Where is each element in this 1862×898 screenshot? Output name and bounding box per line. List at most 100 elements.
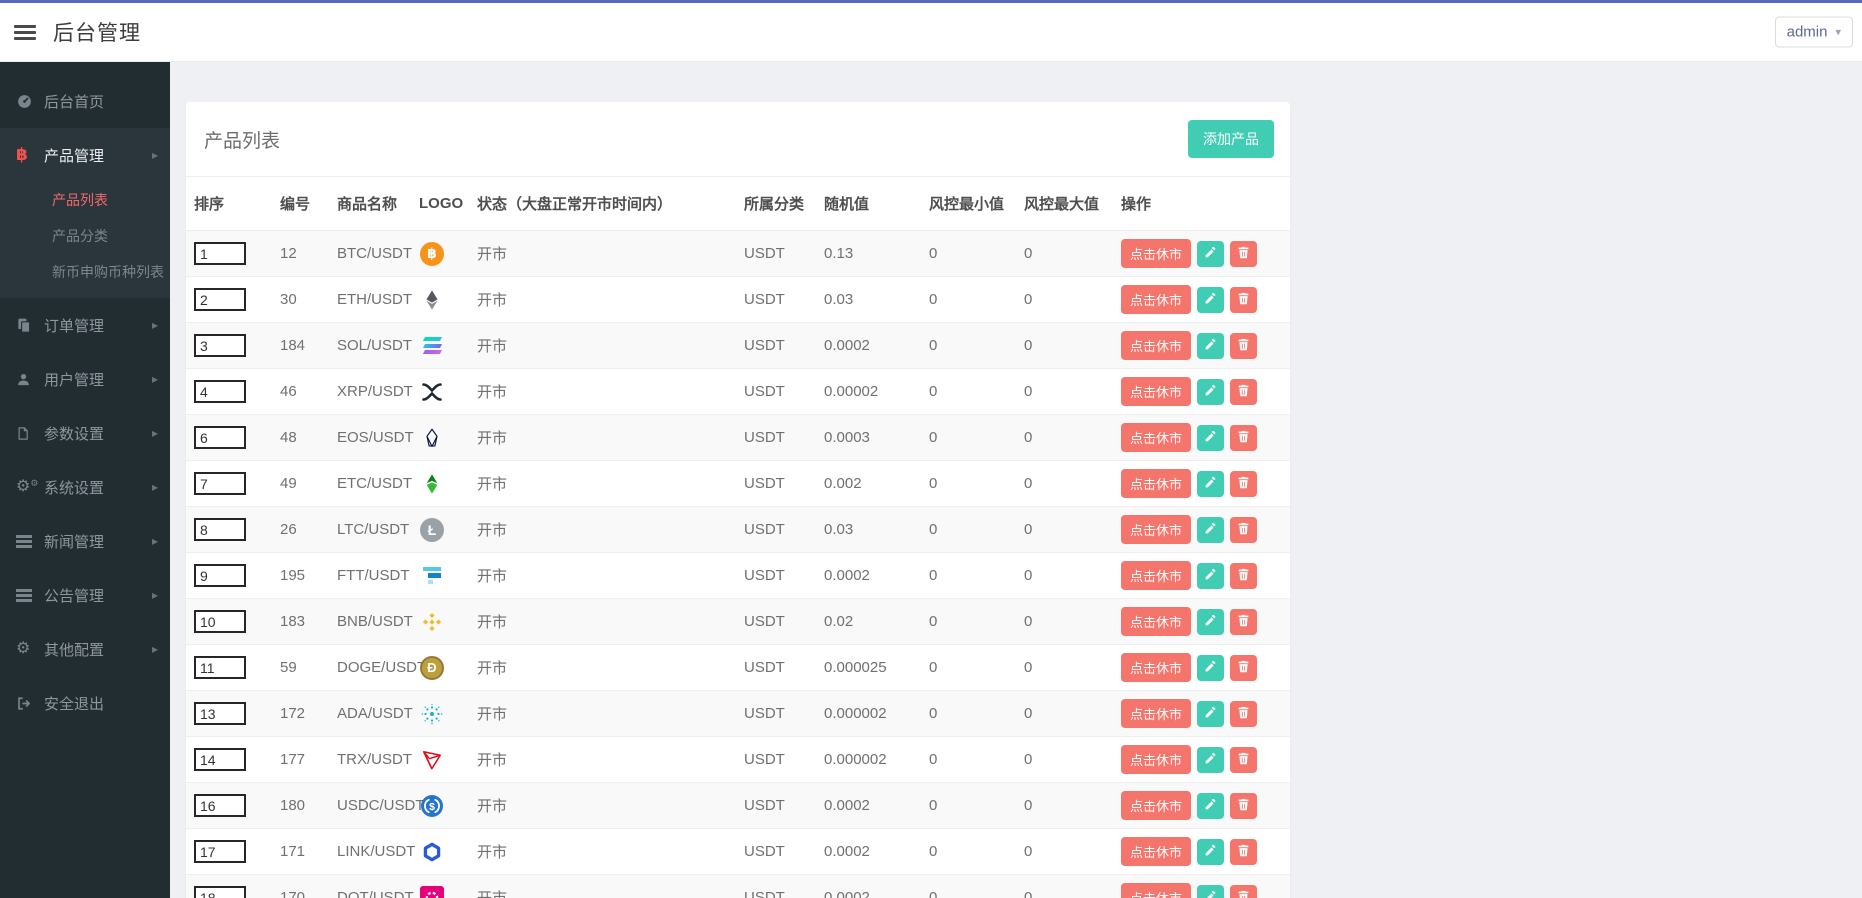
edit-button[interactable] [1197, 517, 1224, 543]
delete-button[interactable] [1230, 287, 1257, 313]
sort-input[interactable] [194, 518, 246, 541]
sort-input[interactable] [194, 840, 246, 863]
sort-input[interactable] [194, 610, 246, 633]
sidebar-item-3[interactable]: 用户管理▸ [0, 352, 170, 406]
edit-button[interactable] [1197, 241, 1224, 267]
product-category: USDT [736, 231, 816, 277]
close-market-button[interactable]: 点击休市 [1121, 515, 1191, 544]
close-market-button[interactable]: 点击休市 [1121, 239, 1191, 268]
doge-logo-icon: Đ [419, 655, 445, 681]
close-market-button[interactable]: 点击休市 [1121, 653, 1191, 682]
page-title: 产品列表 [204, 126, 280, 153]
trash-icon [1237, 430, 1250, 446]
sidebar-subitem-1-2[interactable]: 新币申购币种列表 [0, 254, 170, 290]
edit-button[interactable] [1197, 287, 1224, 313]
sidebar-item-8[interactable]: ⚙其他配置▸ [0, 622, 170, 676]
eos-logo-icon [419, 425, 445, 451]
bnb-logo-icon [419, 609, 445, 635]
sort-input[interactable] [194, 472, 246, 495]
delete-button[interactable] [1230, 379, 1257, 405]
product-name: FTT/USDT [329, 553, 411, 599]
hamburger-menu-icon[interactable] [14, 25, 36, 40]
delete-button[interactable] [1230, 885, 1257, 898]
risk-min-value: 0 [921, 507, 1016, 553]
delete-button[interactable] [1230, 793, 1257, 819]
delete-button[interactable] [1230, 747, 1257, 773]
edit-button[interactable] [1197, 563, 1224, 589]
close-market-button[interactable]: 点击休市 [1121, 561, 1191, 590]
delete-button[interactable] [1230, 839, 1257, 865]
delete-button[interactable] [1230, 425, 1257, 451]
sidebar-group-4: 参数设置▸ [0, 406, 170, 460]
sort-input[interactable] [194, 564, 246, 587]
edit-button[interactable] [1197, 793, 1224, 819]
trash-icon [1237, 476, 1250, 492]
product-table: 排序编号商品名称LOGO状态（大盘正常开市时间内）所属分类随机值风控最小值风控最… [186, 177, 1290, 898]
sort-input[interactable] [194, 748, 246, 771]
sidebar-item-5[interactable]: ⚙⚙系统设置▸ [0, 460, 170, 514]
table-row: 12BTC/USDT฿开市USDT0.1300点击休市 [186, 231, 1290, 277]
edit-button[interactable] [1197, 333, 1224, 359]
sort-input[interactable] [194, 426, 246, 449]
sidebar-subitem-1-0[interactable]: 产品列表 [0, 182, 170, 218]
sidebar-item-6[interactable]: 新闻管理▸ [0, 514, 170, 568]
close-market-button[interactable]: 点击休市 [1121, 699, 1191, 728]
sidebar-item-0[interactable]: 后台首页 [0, 74, 170, 128]
delete-button[interactable] [1230, 701, 1257, 727]
ada-logo-icon [419, 701, 445, 727]
risk-min-value: 0 [921, 231, 1016, 277]
edit-button[interactable] [1197, 885, 1224, 898]
delete-button[interactable] [1230, 241, 1257, 267]
sidebar-item-4[interactable]: 参数设置▸ [0, 406, 170, 460]
close-market-button[interactable]: 点击休市 [1121, 607, 1191, 636]
sidebar-item-2[interactable]: 订单管理▸ [0, 298, 170, 352]
edit-button[interactable] [1197, 379, 1224, 405]
sort-input[interactable] [194, 242, 246, 265]
close-market-button[interactable]: 点击休市 [1121, 285, 1191, 314]
close-market-button[interactable]: 点击休市 [1121, 377, 1191, 406]
sidebar-item-1[interactable]: ฿产品管理▸ [0, 128, 170, 182]
close-market-button[interactable]: 点击休市 [1121, 837, 1191, 866]
sort-input[interactable] [194, 656, 246, 679]
row-actions: 点击休市 [1121, 423, 1282, 452]
close-market-button[interactable]: 点击休市 [1121, 883, 1191, 898]
delete-button[interactable] [1230, 333, 1257, 359]
edit-button[interactable] [1197, 609, 1224, 635]
sort-input[interactable] [194, 380, 246, 403]
delete-button[interactable] [1230, 609, 1257, 635]
user-dropdown[interactable]: admin ▾ [1775, 17, 1853, 48]
sort-input[interactable] [194, 702, 246, 725]
sort-input[interactable] [194, 794, 246, 817]
delete-button[interactable] [1230, 517, 1257, 543]
close-market-button[interactable]: 点击休市 [1121, 423, 1191, 452]
close-market-button[interactable]: 点击休市 [1121, 469, 1191, 498]
chevron-right-icon: ▸ [152, 372, 158, 386]
edit-button[interactable] [1197, 701, 1224, 727]
delete-button[interactable] [1230, 655, 1257, 681]
product-name: BTC/USDT [329, 231, 411, 277]
close-market-button[interactable]: 点击休市 [1121, 745, 1191, 774]
delete-button[interactable] [1230, 471, 1257, 497]
trash-icon [1237, 706, 1250, 722]
add-product-button[interactable]: 添加产品 [1188, 120, 1274, 158]
list-icon [16, 589, 44, 602]
random-value: 0.00002 [816, 369, 921, 415]
sidebar-item-9[interactable]: 安全退出 [0, 676, 170, 730]
edit-button[interactable] [1197, 425, 1224, 451]
link-logo-icon [419, 839, 445, 865]
edit-button[interactable] [1197, 747, 1224, 773]
edit-button[interactable] [1197, 655, 1224, 681]
risk-max-value: 0 [1016, 507, 1113, 553]
edit-button[interactable] [1197, 839, 1224, 865]
sort-input[interactable] [194, 886, 246, 898]
gears-icon: ⚙⚙ [16, 479, 44, 495]
sort-input[interactable] [194, 334, 246, 357]
delete-button[interactable] [1230, 563, 1257, 589]
close-market-button[interactable]: 点击休市 [1121, 791, 1191, 820]
close-market-button[interactable]: 点击休市 [1121, 331, 1191, 360]
sidebar-item-7[interactable]: 公告管理▸ [0, 568, 170, 622]
sidebar-subitem-1-1[interactable]: 产品分类 [0, 218, 170, 254]
risk-min-value: 0 [921, 461, 1016, 507]
edit-button[interactable] [1197, 471, 1224, 497]
sort-input[interactable] [194, 288, 246, 311]
